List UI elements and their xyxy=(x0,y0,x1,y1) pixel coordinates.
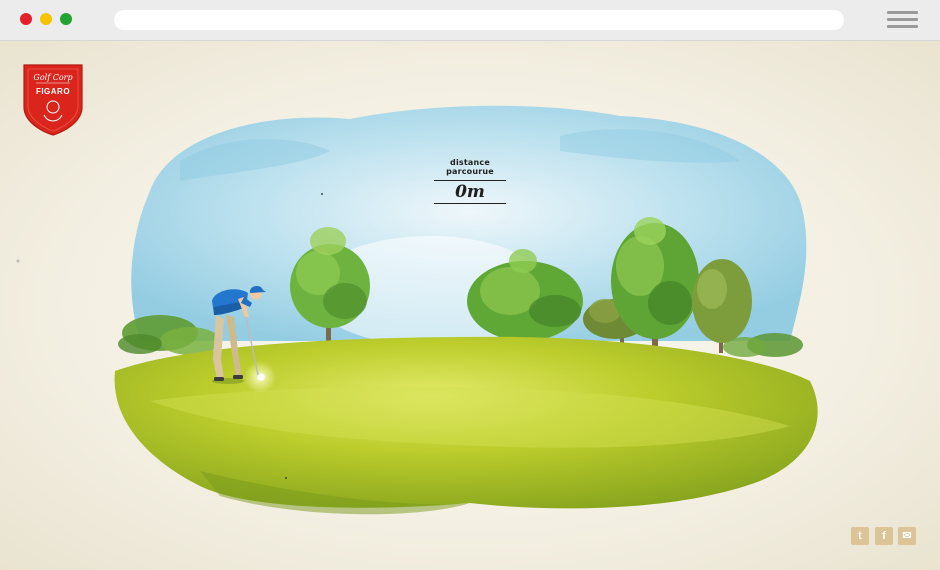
maximize-window-button[interactable] xyxy=(60,13,72,25)
browser-toolbar xyxy=(0,0,940,41)
distance-bottom-rule xyxy=(434,203,506,204)
logo-tagline: Golf Corp xyxy=(33,73,73,82)
golf-scene[interactable] xyxy=(0,41,940,570)
hamburger-icon[interactable] xyxy=(887,10,918,30)
address-bar[interactable] xyxy=(114,10,844,30)
distance-value: 0m xyxy=(455,182,485,202)
facebook-icon[interactable]: f xyxy=(875,527,893,545)
close-window-button[interactable] xyxy=(20,13,32,25)
mail-icon[interactable]: ✉ xyxy=(898,527,916,545)
distance-panel: distance parcourue 0m xyxy=(430,158,510,204)
minimize-window-button[interactable] xyxy=(40,13,52,25)
logo-name: FIGARO xyxy=(35,87,71,96)
distance-label: distance parcourue xyxy=(446,158,494,176)
game-page: Golf Corp FIGARO distance parcourue 0m t… xyxy=(0,41,940,570)
figaro-logo[interactable]: Golf Corp FIGARO xyxy=(22,63,84,137)
twitter-icon[interactable]: t xyxy=(851,527,869,545)
